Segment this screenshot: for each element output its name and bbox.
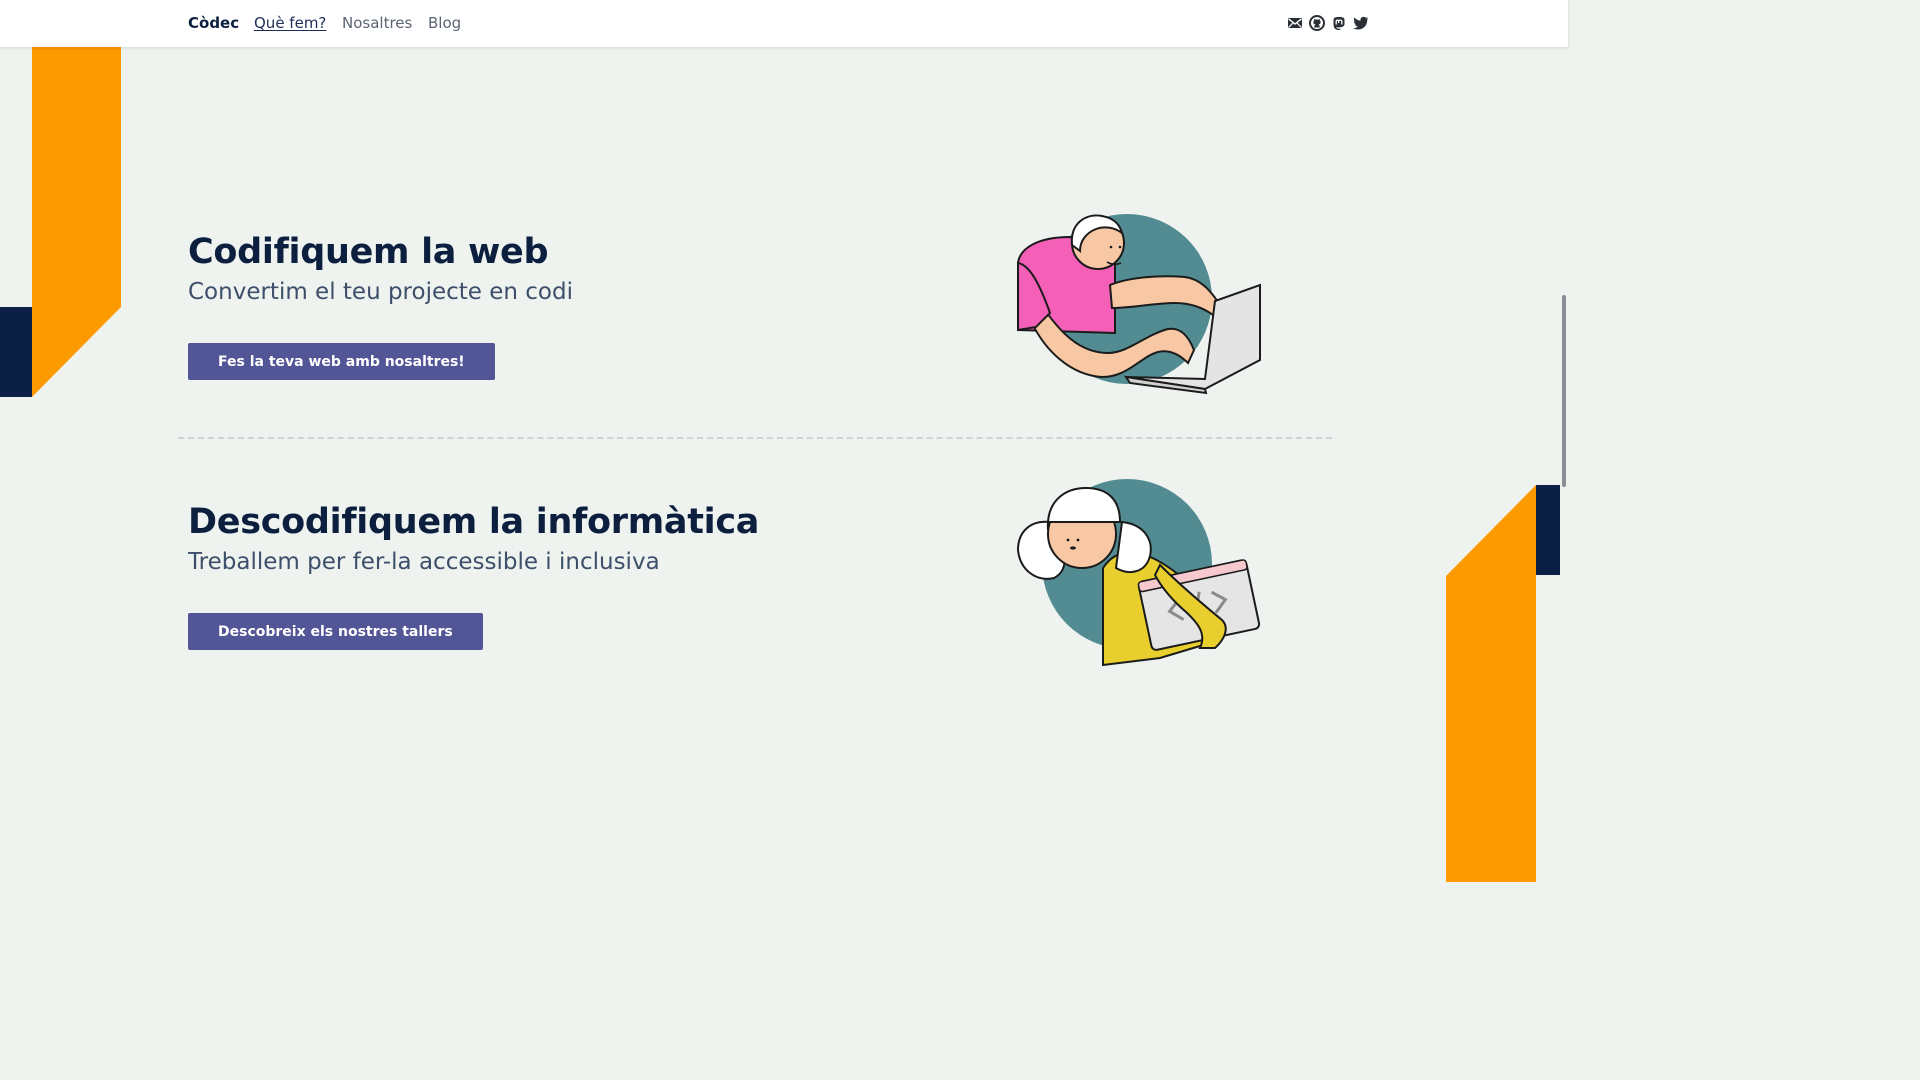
nav-link-blog[interactable]: Blog [428,14,461,32]
hero-subtitle-descodifiquem: Treballem per fer-la accessible i inclus… [188,549,660,575]
brand-logo-link[interactable]: Còdec [188,14,239,32]
hero-subtitle-codifiquem: Convertim el teu projecte en codi [188,279,573,305]
github-icon[interactable] [1309,15,1325,31]
section-divider [178,437,1332,439]
twitter-icon[interactable] [1353,15,1369,31]
person-laptop-illustration [1017,214,1261,395]
workshops-cta-button[interactable]: Descobreix els nostres tallers [188,613,483,650]
hero-title-codifiquem: Codifiquem la web [188,232,549,272]
hero-title-descodifiquem: Descodifiquem la informàtica [188,502,760,542]
top-navigation-bar: Còdec Què fem? Nosaltres Blog [0,0,1568,47]
web-project-cta-button[interactable]: Fes la teva web amb nosaltres! [188,343,495,380]
person-code-illustration [1016,479,1261,667]
left-decorative-ribbon [0,47,121,397]
mastodon-icon[interactable] [1331,15,1347,31]
mail-icon[interactable] [1287,15,1303,31]
nav-link-que-fem[interactable]: Què fem? [254,14,326,32]
nav-link-nosaltres[interactable]: Nosaltres [342,14,412,32]
scrollbar-thumb[interactable] [1562,295,1566,487]
right-decorative-ribbon [1446,485,1560,882]
